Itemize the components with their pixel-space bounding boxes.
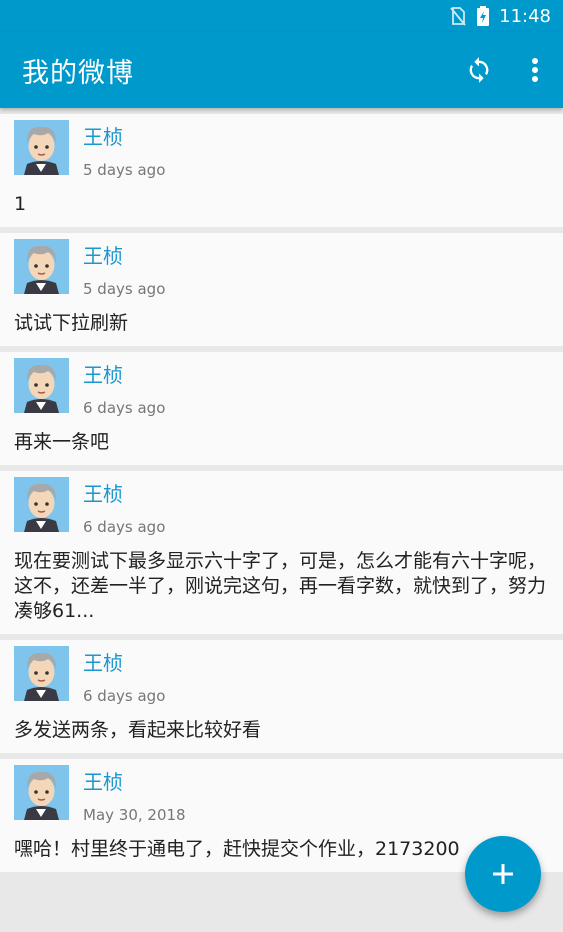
status-bar: 11:48 (0, 0, 563, 32)
add-icon (493, 864, 513, 884)
post-text: 再来一条吧 (14, 431, 110, 453)
author-name[interactable]: 王桢 (83, 362, 165, 388)
author-name[interactable]: 王桢 (83, 650, 165, 676)
no-sim-icon (449, 6, 467, 26)
post-text: 现在要测试下最多显示六十字了，可是，怎么才能有六十字呢，这不，还差一半了，刚说完… (14, 550, 547, 622)
post-card[interactable]: 王桢 6 days ago 多发送两条，看起来比较好看 (0, 640, 563, 753)
battery-charging-icon (477, 6, 490, 26)
refresh-button[interactable] (451, 42, 507, 98)
author-name[interactable]: 王桢 (83, 124, 165, 150)
post-time: May 30, 2018 (83, 806, 186, 824)
post-card[interactable]: 王桢 5 days ago 试试下拉刷新 (0, 233, 563, 346)
author-name[interactable]: 王桢 (83, 481, 165, 507)
post-time: 5 days ago (83, 280, 166, 298)
avatar[interactable] (14, 477, 69, 532)
post-text: 1 (14, 193, 27, 215)
post-time: 6 days ago (83, 518, 166, 536)
post-card[interactable]: 王桢 6 days ago 现在要测试下最多显示六十字了，可是，怎么才能有六十字… (0, 471, 563, 634)
avatar[interactable] (14, 239, 69, 294)
app-title: 我的微博 (22, 57, 134, 89)
author-name[interactable]: 王桢 (83, 769, 186, 795)
compose-fab-button[interactable] (465, 836, 541, 912)
status-time: 11:48 (499, 5, 551, 27)
app-bar: 我的微博 (0, 32, 563, 108)
overflow-menu-icon (532, 58, 538, 82)
post-time: 6 days ago (83, 687, 166, 705)
post-card[interactable]: 王桢 6 days ago 再来一条吧 (0, 352, 563, 465)
feed-list[interactable]: 王桢 5 days ago 1 王桢 5 days ago 试试下拉刷新 王桢 … (0, 108, 563, 932)
post-text: 试试下拉刷新 (14, 312, 129, 334)
avatar[interactable] (14, 120, 69, 175)
overflow-menu-button[interactable] (507, 42, 563, 98)
avatar[interactable] (14, 646, 69, 701)
refresh-icon (469, 57, 489, 83)
post-time: 5 days ago (83, 161, 166, 179)
post-text: 多发送两条，看起来比较好看 (14, 719, 262, 741)
post-time: 6 days ago (83, 399, 166, 417)
avatar[interactable] (14, 358, 69, 413)
post-card[interactable]: 王桢 5 days ago 1 (0, 114, 563, 227)
author-name[interactable]: 王桢 (83, 243, 165, 269)
avatar[interactable] (14, 765, 69, 820)
